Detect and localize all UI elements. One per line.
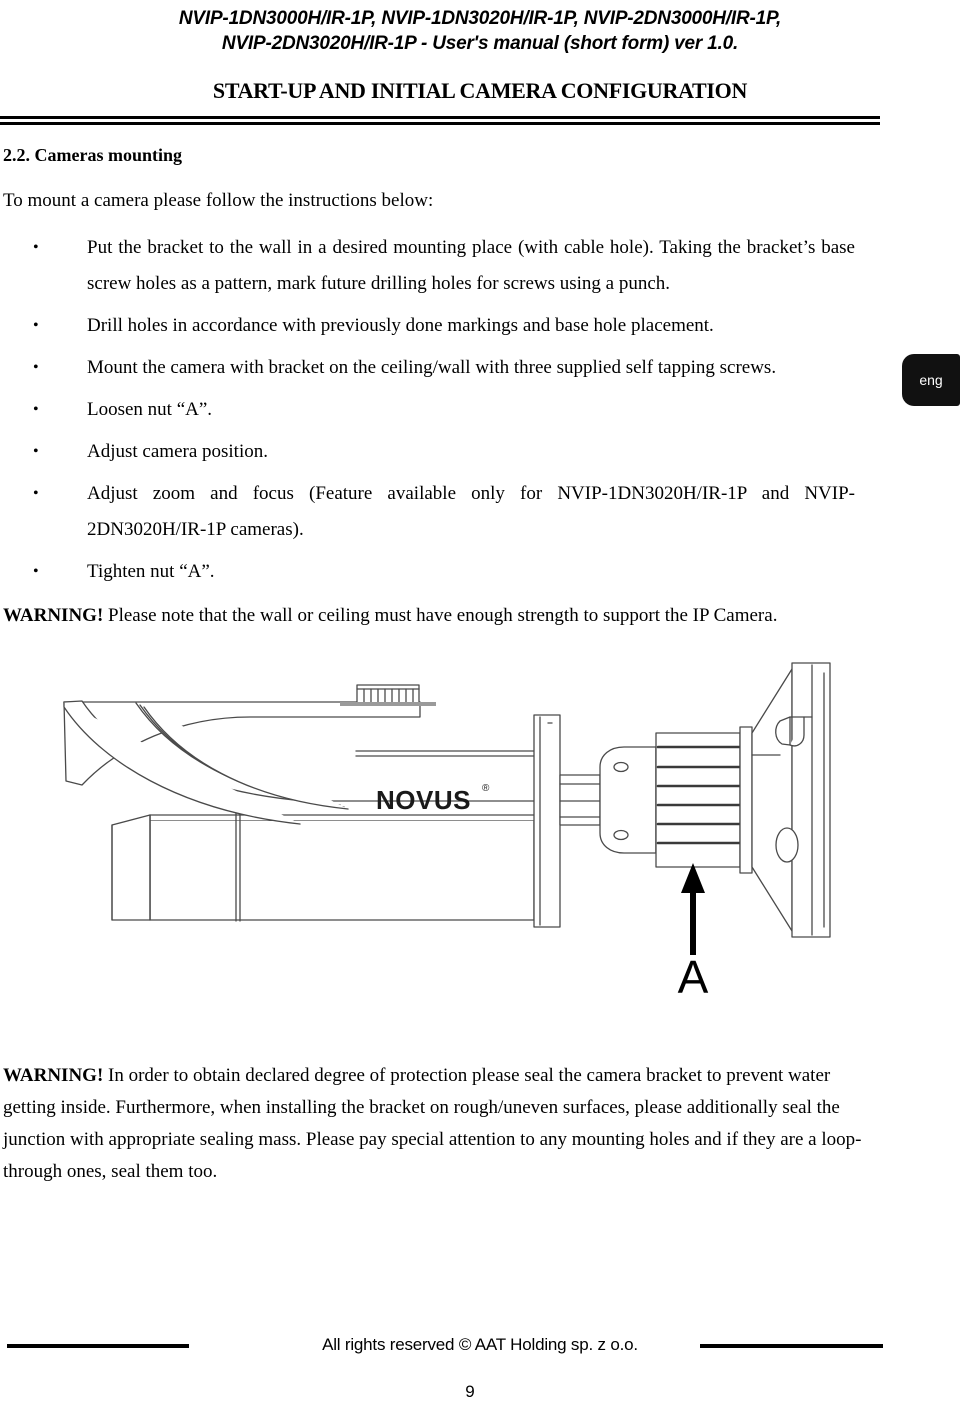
warning-bottom: WARNING! In order to obtain declared deg… — [3, 1060, 883, 1188]
page-footer: All rights reserved © AAT Holding sp. z … — [0, 1330, 960, 1402]
document-title: NVIP-1DN3000H/IR-1P, NVIP-1DN3020H/IR-1P… — [0, 0, 960, 56]
list-item: Tighten nut “A”. — [3, 554, 883, 590]
novus-logo-registered-mark: ® — [482, 783, 490, 794]
novus-logo-text: NOVUS — [376, 785, 471, 815]
callout-label-a: A — [678, 951, 709, 1003]
camera-rear-plate — [533, 714, 561, 928]
header-double-rule — [0, 116, 880, 125]
list-item: Loosen nut “A”. — [3, 392, 883, 428]
page-number: 9 — [465, 1382, 475, 1401]
warning-top-label: WARNING! — [3, 605, 104, 626]
adjustment-nut-a — [655, 726, 753, 874]
bracket-base-cone — [751, 668, 793, 932]
camera-bracket-diagram: NOVUS ® A — [40, 655, 860, 1015]
language-tab-eng[interactable]: eng — [902, 354, 960, 406]
warning-bottom-label: WARNING! — [3, 1065, 104, 1086]
document-title-line-1: NVIP-1DN3000H/IR-1P, NVIP-1DN3020H/IR-1P… — [178, 8, 782, 29]
footer-copyright-row: All rights reserved © AAT Holding sp. z … — [0, 1330, 960, 1360]
list-item: Adjust camera position. — [3, 434, 883, 470]
document-title-line-2: NVIP-2DN3020H/IR-1P - User's manual (sho… — [221, 33, 739, 54]
mounting-steps-list: Put the bracket to the wall in a desired… — [3, 230, 883, 590]
footer-copyright: All rights reserved © AAT Holding sp. z … — [322, 1335, 638, 1354]
list-item: Adjust zoom and focus (Feature available… — [3, 476, 883, 548]
camera-bracket-illustration: NOVUS ® A — [63, 662, 831, 1003]
list-item: Drill holes in accordance with previousl… — [3, 308, 883, 344]
bracket-knuckle — [599, 746, 657, 854]
warning-bottom-text: In order to obtain declared degree of pr… — [3, 1065, 862, 1182]
main-content: 2.2. Cameras mounting To mount a camera … — [3, 142, 883, 634]
list-item: Put the bracket to the wall in a desired… — [3, 230, 883, 302]
footer-rule-right — [700, 1344, 883, 1348]
section-banner: START-UP AND INITIAL CAMERA CONFIGURATIO… — [212, 78, 748, 103]
list-item: Mount the camera with bracket on the cei… — [3, 350, 883, 386]
warning-top-text: Please note that the wall or ceiling mus… — [103, 605, 778, 626]
page-header: NVIP-1DN3000H/IR-1P, NVIP-1DN3020H/IR-1P… — [0, 0, 960, 104]
warning-top: WARNING! Please note that the wall or ce… — [3, 598, 883, 634]
top-adjustment-knob — [340, 684, 436, 706]
language-tab-label: eng — [919, 372, 943, 388]
footer-rule-left — [7, 1344, 189, 1348]
bracket-arm — [559, 774, 601, 826]
header-rule-bottom — [0, 122, 880, 125]
section-heading: 2.2. Cameras mounting — [3, 145, 182, 165]
callout-arrow-a — [681, 863, 705, 955]
intro-paragraph: To mount a camera please follow the inst… — [3, 190, 434, 211]
